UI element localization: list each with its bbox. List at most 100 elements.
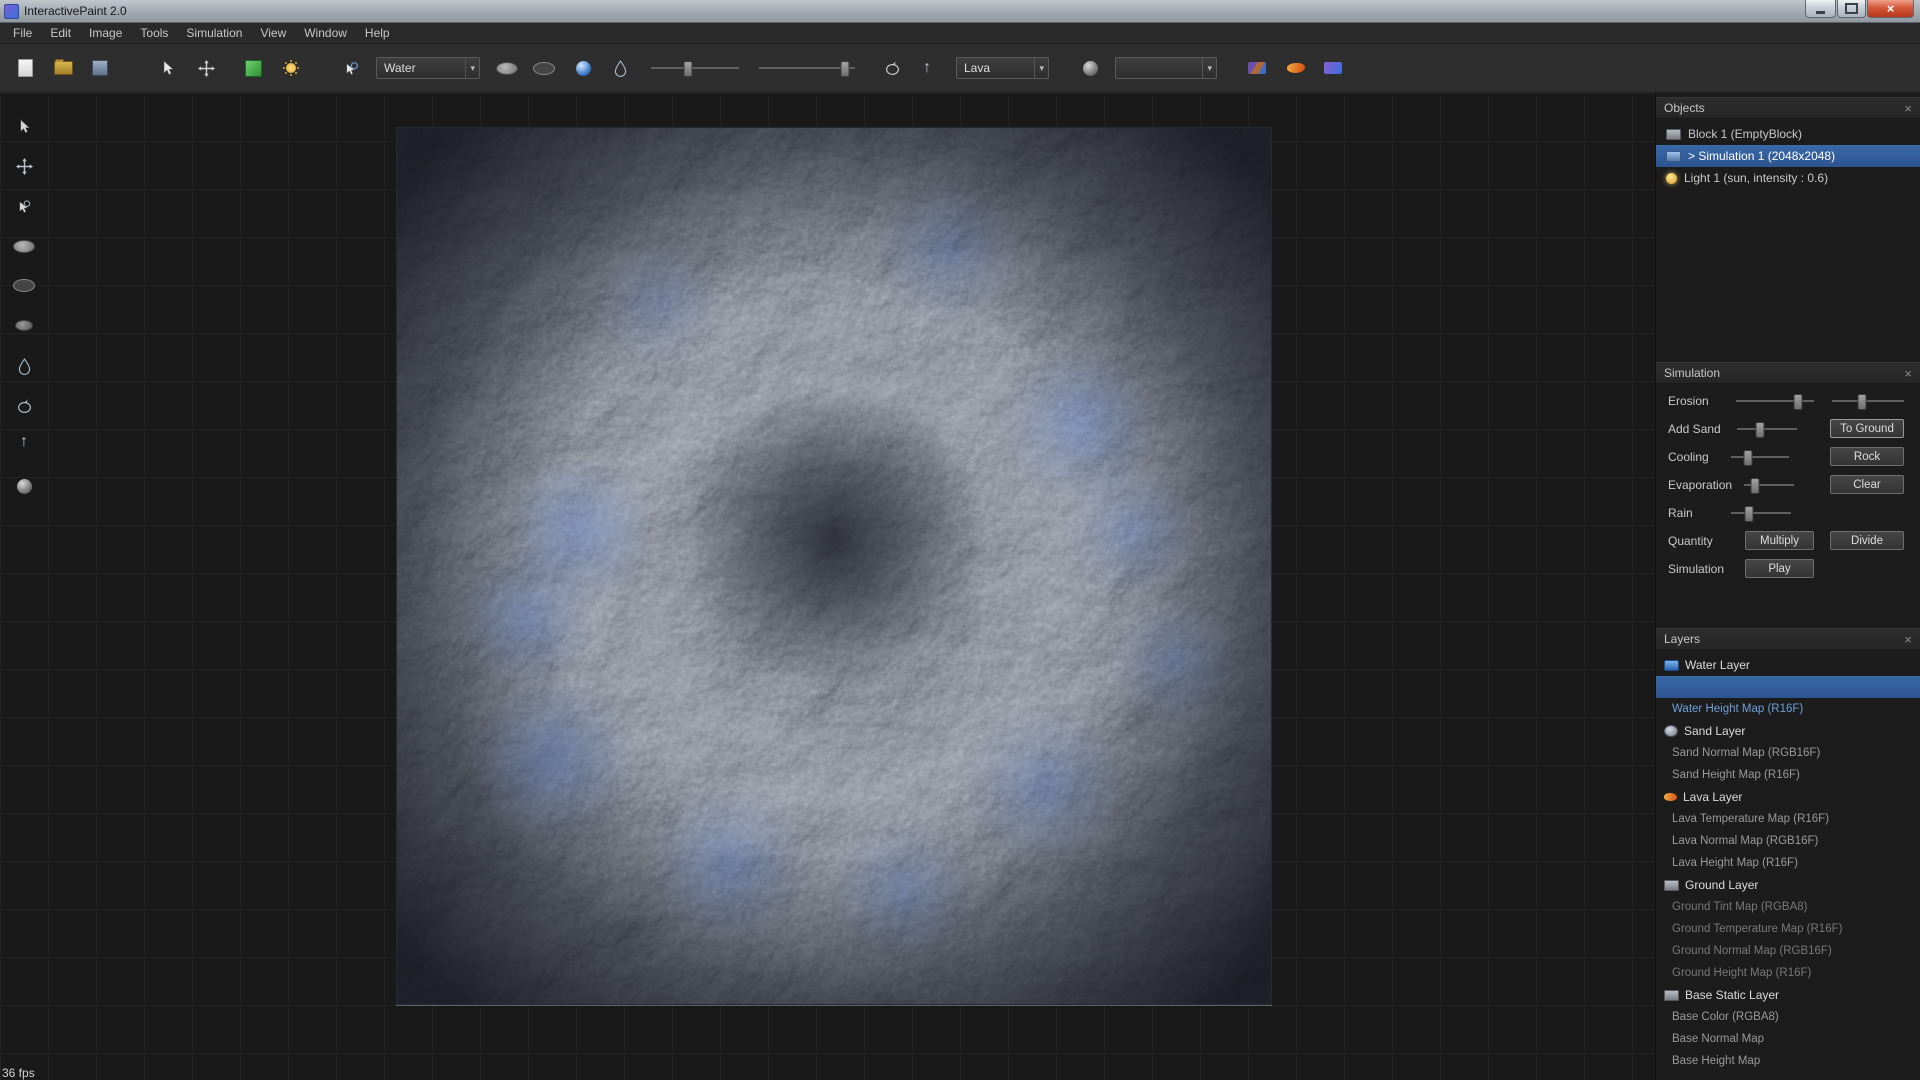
layer-label: Lava Height Map (R16F) [1672, 857, 1798, 869]
layer-row-base-color[interactable]: Base Color (RGBA8) [1656, 1006, 1920, 1028]
menu-view[interactable]: View [251, 24, 295, 42]
layer-label: Lava Normal Map (RGB16F) [1672, 835, 1818, 847]
layer-row-water-height-map[interactable]: Water Height Map (R16F) [1656, 698, 1920, 720]
menu-edit[interactable]: Edit [41, 24, 80, 42]
select-tool-button[interactable] [153, 53, 183, 83]
water-sphere-icon [576, 61, 591, 76]
side-orbit-tool[interactable] [11, 393, 37, 419]
layer-row-sand-height-map[interactable]: Sand Height Map (R16F) [1656, 764, 1920, 786]
play-button[interactable]: Play [1745, 559, 1814, 578]
sphere-brush-button[interactable] [1075, 53, 1105, 83]
layers-close-icon[interactable]: × [1904, 633, 1912, 646]
menu-image[interactable]: Image [80, 24, 131, 42]
layer-row-lava[interactable]: Lava Layer [1656, 786, 1920, 808]
layer-row-lava-height-map[interactable]: Lava Height Map (R16F) [1656, 852, 1920, 874]
erosion-slider-b[interactable] [1832, 393, 1904, 409]
evaporation-slider[interactable] [1744, 477, 1794, 493]
slider-thumb[interactable] [1858, 394, 1867, 410]
lava-brush-button[interactable] [1281, 53, 1311, 83]
up-arrow-icon: ↑ [923, 60, 931, 76]
menu-file[interactable]: File [4, 24, 41, 42]
side-move-tool[interactable] [11, 153, 37, 179]
layer-row-selected-map[interactable] [1656, 676, 1920, 698]
lava-material-dropdown[interactable]: Lava ▾ [956, 57, 1049, 79]
layer-row-base-normal-map[interactable]: Base Normal Map [1656, 1028, 1920, 1050]
new-file-button[interactable] [10, 53, 40, 83]
rain-slider[interactable] [1731, 505, 1791, 521]
side-ellipse-tool[interactable] [11, 233, 37, 259]
side-sphere-tool[interactable] [11, 473, 37, 499]
open-file-button[interactable] [48, 53, 78, 83]
side-ellipse-small-tool[interactable] [11, 312, 37, 338]
water-sphere-button[interactable] [568, 53, 598, 83]
layer-row-base-height-map[interactable]: Base Height Map [1656, 1050, 1920, 1072]
clear-button[interactable]: Clear [1830, 475, 1904, 494]
multiply-button[interactable]: Multiply [1745, 531, 1814, 550]
pull-up-tool-button[interactable]: ↑ [912, 53, 942, 83]
slider-thumb[interactable] [1751, 478, 1760, 494]
droplet-tool-button[interactable] [605, 53, 635, 83]
maximize-button[interactable] [1837, 0, 1866, 18]
material-brush-button[interactable] [1318, 53, 1348, 83]
layer-row-sand[interactable]: Sand Layer [1656, 720, 1920, 742]
slider-thumb[interactable] [841, 61, 850, 77]
side-pull-tool[interactable]: ↑ [11, 429, 37, 455]
terrain-simulation-image[interactable] [396, 127, 1272, 1005]
layer-row-lava-normal-map[interactable]: Lava Normal Map (RGB16F) [1656, 830, 1920, 852]
erosion-slider-a[interactable] [1736, 393, 1814, 409]
simulation-close-icon[interactable]: × [1904, 367, 1912, 380]
layer-row-ground-tint-map[interactable]: Ground Tint Map (RGBA8) [1656, 896, 1920, 918]
window-title: InteractivePaint 2.0 [24, 4, 127, 18]
layers-panel-title: Layers [1664, 632, 1904, 646]
side-droplet-tool[interactable] [11, 353, 37, 379]
flat-ellipse-brush-button[interactable] [529, 53, 559, 83]
menu-tools[interactable]: Tools [131, 24, 177, 42]
side-ellipse-outline-tool[interactable] [11, 272, 37, 298]
ellipse-brush-button[interactable] [492, 53, 522, 83]
layer-row-ground-temperature-map[interactable]: Ground Temperature Map (R16F) [1656, 918, 1920, 940]
rock-button[interactable]: Rock [1830, 447, 1904, 466]
slider-thumb[interactable] [1745, 506, 1754, 522]
layer-row-lava-temperature-map[interactable]: Lava Temperature Map (R16F) [1656, 808, 1920, 830]
brush-strength-slider[interactable] [759, 60, 855, 76]
minimize-button[interactable] [1805, 0, 1836, 18]
layer-row-sand-normal-map[interactable]: Sand Normal Map (RGB16F) [1656, 742, 1920, 764]
cooling-slider[interactable] [1731, 449, 1789, 465]
extra-dropdown[interactable]: ▾ [1115, 57, 1217, 79]
side-pick-tool[interactable] [11, 193, 37, 219]
water-material-dropdown[interactable]: Water ▾ [376, 57, 480, 79]
slider-thumb[interactable] [1744, 450, 1753, 466]
menu-window[interactable]: Window [295, 24, 356, 42]
side-select-tool[interactable] [11, 113, 37, 139]
slider-thumb[interactable] [1793, 394, 1802, 410]
objects-close-icon[interactable]: × [1904, 102, 1912, 115]
to-ground-button[interactable]: To Ground [1830, 419, 1904, 438]
canvas-viewport[interactable]: ↑ [0, 93, 1920, 1080]
add-sand-slider[interactable] [1737, 421, 1797, 437]
texture-tool-button[interactable] [1242, 53, 1272, 83]
layer-row-water[interactable]: Water Layer [1656, 654, 1920, 676]
move-tool-button[interactable] [191, 53, 221, 83]
layer-row-ground-normal-map[interactable]: Ground Normal Map (RGB16F) [1656, 940, 1920, 962]
menu-simulation[interactable]: Simulation [177, 24, 251, 42]
layer-row-ground-height-map[interactable]: Ground Height Map (R16F) [1656, 962, 1920, 984]
close-button[interactable]: × [1867, 0, 1914, 18]
slider-thumb[interactable] [683, 61, 692, 77]
divide-button[interactable]: Divide [1830, 531, 1904, 550]
layer-row-ground[interactable]: Ground Layer [1656, 874, 1920, 896]
object-row-simulation[interactable]: > Simulation 1 (2048x2048) [1656, 145, 1920, 167]
move-icon [198, 60, 215, 77]
object-row-block[interactable]: Block 1 (EmptyBlock) [1656, 123, 1920, 145]
menu-help[interactable]: Help [356, 24, 399, 42]
layer-row-base-static[interactable]: Base Static Layer [1656, 984, 1920, 1006]
object-row-light[interactable]: Light 1 (sun, intensity : 0.6) [1656, 167, 1920, 189]
objects-panel-title: Objects [1664, 101, 1904, 115]
pick-tool-button[interactable] [336, 53, 366, 83]
slider-thumb[interactable] [1755, 422, 1764, 438]
save-button[interactable] [85, 53, 115, 83]
light-tool-button[interactable] [276, 53, 306, 83]
layer-label: Sand Normal Map (RGB16F) [1672, 747, 1820, 759]
block-tool-button[interactable] [238, 53, 268, 83]
orbit-tool-button[interactable] [877, 53, 907, 83]
brush-size-slider[interactable] [651, 60, 739, 76]
